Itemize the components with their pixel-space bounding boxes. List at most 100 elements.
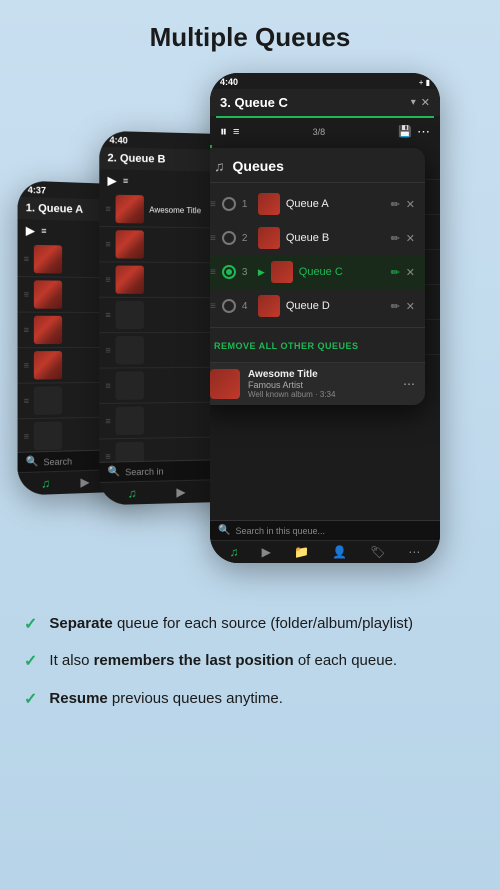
queue-radio-b[interactable] [222, 231, 236, 245]
chevron-down-icon[interactable]: ▾ [411, 97, 416, 108]
queue-thumb-a [258, 193, 280, 215]
drag-icon: ≡ [24, 254, 29, 264]
search-icon: 🔍 [218, 525, 230, 536]
drag-icon: ≡ [24, 431, 29, 441]
remove-icon[interactable]: ✕ [406, 232, 415, 245]
pause-btn[interactable]: ⏸ [220, 123, 227, 140]
queue-thumb-d [258, 295, 280, 317]
drag-icon: ≡ [210, 301, 216, 312]
phone2-search-text: Search in [125, 466, 163, 477]
edit-icon[interactable]: ✏ [391, 198, 400, 211]
queue-item-c[interactable]: ≡ 3 ▶ Queue C ✏ ✕ [210, 255, 425, 289]
remove-icon[interactable]: ✕ [406, 198, 415, 211]
feature-item-1: ✓ Separate queue for each source (folder… [24, 613, 470, 636]
drag-icon: ≡ [105, 204, 110, 214]
drag-icon: ≡ [24, 289, 29, 299]
features-list: ✓ Separate queue for each source (folder… [0, 593, 500, 745]
nav-queue-icon[interactable]: ♫ [128, 486, 137, 500]
now-playing-thumb [210, 369, 240, 399]
drag-icon: ≡ [105, 416, 110, 426]
queue-radio-d[interactable] [222, 299, 236, 313]
close-icon[interactable]: ✕ [421, 96, 430, 109]
nav-play-icon[interactable]: ▶ [176, 485, 185, 499]
nav-play-icon[interactable]: ▶ [262, 545, 271, 559]
nav-tag-icon[interactable]: 🏷 [370, 545, 385, 559]
phone2-time: 4:40 [109, 135, 127, 146]
queue-item-d[interactable]: ≡ 4 Queue D ✏ ✕ [210, 289, 425, 323]
nav-queue-icon[interactable]: ♫ [41, 476, 50, 490]
now-playing-info: Awesome Title Famous Artist Well known a… [248, 369, 395, 399]
feature-text-2: It also remembers the last position of e… [49, 650, 397, 672]
search-icon: 🔍 [26, 456, 39, 468]
checkmark-icon: ✓ [24, 651, 37, 673]
remove-icon[interactable]: ✕ [406, 266, 415, 279]
phone3-search-placeholder: Search in this queue... [235, 526, 325, 536]
remove-all-queues-btn[interactable]: REMOVE ALL OTHER QUEUES [214, 341, 359, 351]
play-indicator-icon: ▶ [258, 267, 265, 278]
drag-icon: ≡ [105, 275, 110, 285]
nav-more-icon[interactable]: ⋯ [408, 545, 420, 559]
phone1-time: 4:37 [28, 185, 46, 196]
drag-icon: ≡ [105, 310, 110, 320]
drag-icon: ≡ [105, 239, 110, 249]
more-btn[interactable]: ⋯ [417, 124, 430, 140]
queues-popup: ♫ Queues ≡ 1 Queue A ✏ ✕ [210, 148, 425, 405]
phone2-shuffle-btn[interactable]: ≡ [123, 176, 128, 186]
queues-popup-title: Queues [233, 158, 284, 174]
queue-radio-c[interactable] [222, 265, 236, 279]
drag-icon: ≡ [24, 325, 29, 335]
feature-item-3: ✓ Resume previous queues anytime. [24, 688, 470, 711]
nav-folder-icon[interactable]: 📁 [294, 545, 309, 559]
phone1-shuffle-btn[interactable]: ≡ [41, 226, 46, 236]
nav-queue-icon[interactable]: ♫ [230, 545, 239, 559]
queue-num-a: 1 [242, 199, 252, 210]
edit-icon[interactable]: ✏ [391, 300, 400, 313]
save-btn[interactable]: 💾 [398, 125, 412, 138]
phone2-play-btn[interactable]: ▶ [107, 173, 116, 187]
remove-icon[interactable]: ✕ [406, 300, 415, 313]
now-playing-time: Well known album · 3:34 [248, 390, 395, 399]
edit-icon[interactable]: ✏ [391, 232, 400, 245]
edit-icon[interactable]: ✏ [391, 266, 400, 279]
queue-radio-a[interactable] [222, 197, 236, 211]
drag-icon: ≡ [24, 396, 29, 406]
phones-scene: 4:37 ▶ 1. Queue A ▶ ≡ ≡ ≡ [10, 63, 490, 593]
phone1-play-btn[interactable]: ▶ [26, 223, 35, 237]
shuffle-btn[interactable]: ≡ [233, 126, 239, 138]
feature-text-1: Separate queue for each source (folder/a… [49, 613, 413, 635]
phone3-queue-name: 3. Queue C [220, 95, 411, 110]
queue-name-a: Queue A [286, 198, 385, 210]
phone1-search-text: Search [43, 456, 72, 467]
queue-item-b[interactable]: ≡ 2 Queue B ✏ ✕ [210, 221, 425, 255]
queue-name-b: Queue B [286, 232, 385, 244]
feature-bold-3: Resume [49, 690, 107, 707]
checkmark-icon: ✓ [24, 689, 37, 711]
drag-icon: ≡ [24, 360, 29, 370]
track-count: 3/8 [313, 127, 326, 137]
drag-icon: ≡ [210, 199, 216, 210]
queue-name-c: Queue C [299, 266, 385, 278]
feature-bold-2: remembers the last position [94, 652, 294, 669]
phone-3: 4:40 + ▮ 3. Queue C ▾ ✕ ⏸ ≡ 3/8 [210, 73, 440, 563]
search-icon: 🔍 [107, 466, 120, 477]
phone3-time: 4:40 [220, 77, 238, 87]
drag-icon: ≡ [210, 267, 216, 278]
now-playing-title: Awesome Title [248, 369, 395, 380]
now-playing-artist: Famous Artist [248, 380, 395, 390]
page-title: Multiple Queues [0, 0, 500, 63]
now-playing-bar: Awesome Title Famous Artist Well known a… [210, 362, 425, 405]
queue-num-d: 4 [242, 301, 252, 312]
drag-icon: ≡ [105, 345, 110, 355]
nav-person-icon[interactable]: 👤 [332, 545, 347, 559]
queue-num-b: 2 [242, 233, 252, 244]
queue-item-a[interactable]: ≡ 1 Queue A ✏ ✕ [210, 187, 425, 221]
queue-num-c: 3 [242, 267, 252, 278]
drag-icon: ≡ [210, 233, 216, 244]
drag-icon: ≡ [105, 381, 110, 391]
more-options-icon[interactable]: ⋯ [403, 377, 415, 391]
nav-play-icon[interactable]: ▶ [80, 475, 89, 489]
queue-name-d: Queue D [286, 300, 385, 312]
queues-icon: ♫ [214, 158, 225, 174]
checkmark-icon: ✓ [24, 614, 37, 636]
feature-text-3: Resume previous queues anytime. [49, 688, 282, 710]
